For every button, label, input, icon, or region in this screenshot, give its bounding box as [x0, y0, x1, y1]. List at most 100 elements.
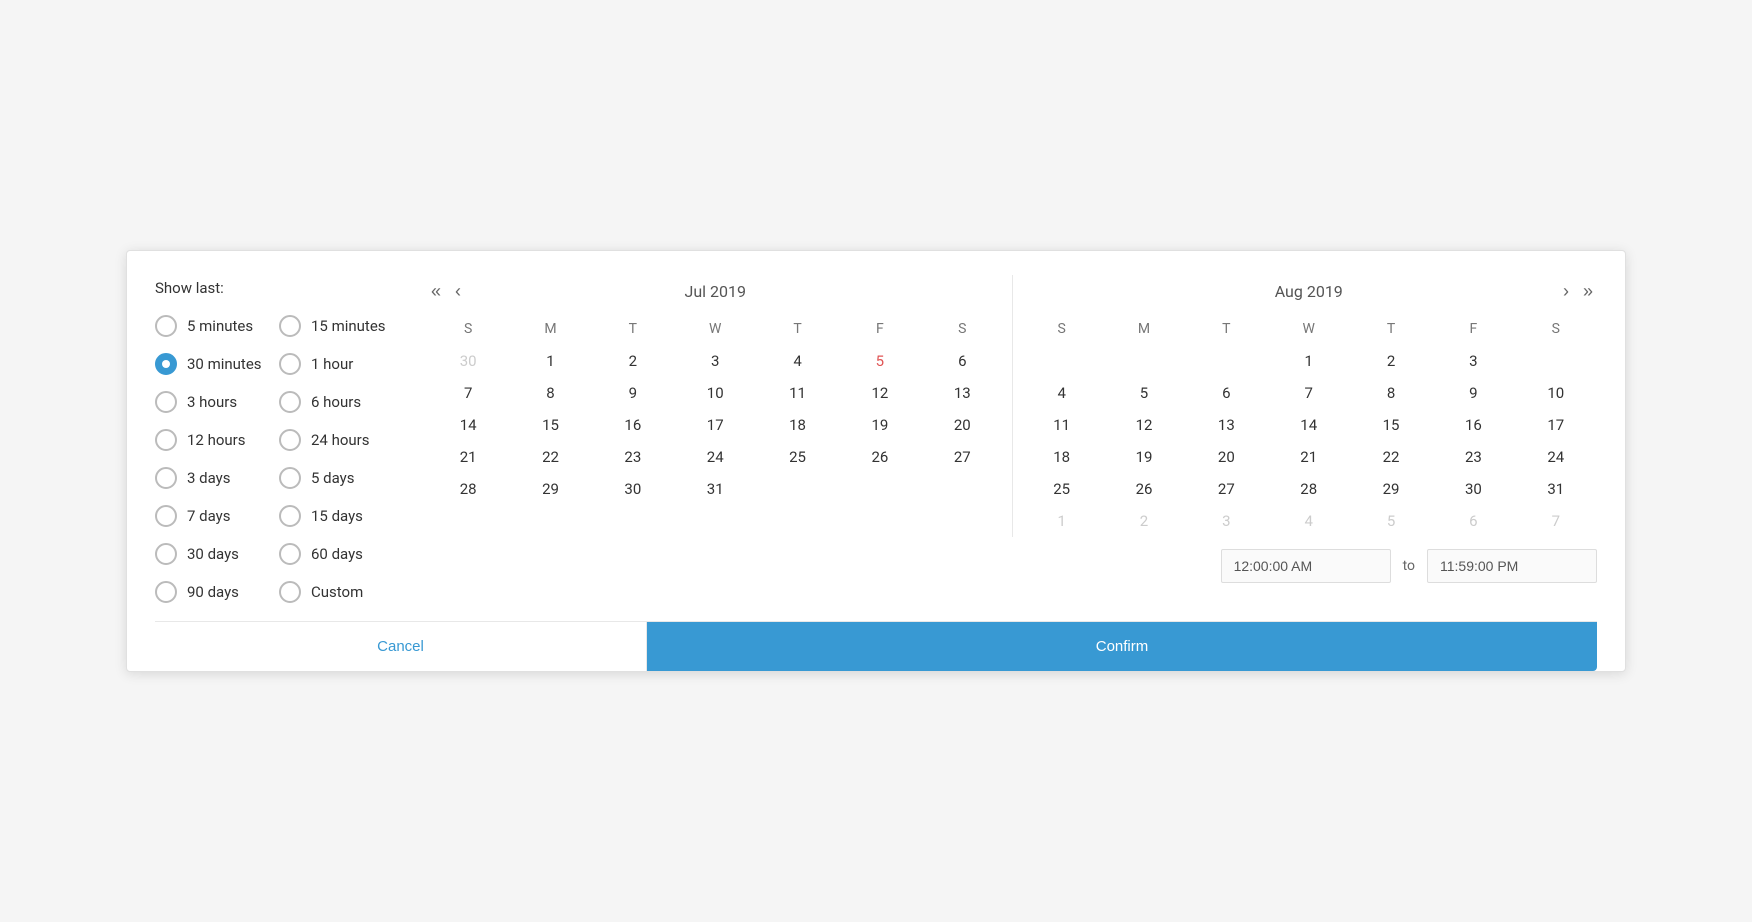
radio-item-r30m[interactable]: 30 minutes	[155, 353, 271, 375]
calendar-day[interactable]: 14	[1268, 409, 1350, 441]
calendar-day[interactable]: 4	[756, 345, 838, 377]
calendar-day[interactable]: 22	[1350, 441, 1432, 473]
calendar-day[interactable]: 28	[427, 473, 509, 505]
calendar-day[interactable]: 3	[674, 345, 756, 377]
radio-item-r5d[interactable]: 5 days	[279, 467, 395, 489]
radio-item-r1h[interactable]: 1 hour	[279, 353, 395, 375]
confirm-button[interactable]: Confirm	[647, 622, 1597, 671]
radio-label-r12h: 12 hours	[187, 431, 246, 449]
calendar-day[interactable]: 13	[1185, 409, 1267, 441]
radio-label-r1h: 1 hour	[311, 355, 353, 373]
radio-item-r30d[interactable]: 30 days	[155, 543, 271, 565]
radio-label-r5d: 5 days	[311, 469, 355, 487]
time-to-input[interactable]	[1427, 549, 1597, 583]
calendar-day[interactable]: 24	[1515, 441, 1597, 473]
calendar-day[interactable]: 3	[1432, 345, 1514, 377]
radio-circle-r3h	[155, 391, 177, 413]
calendar-day[interactable]: 22	[509, 441, 591, 473]
calendar-day[interactable]: 21	[427, 441, 509, 473]
calendar-day[interactable]: 5	[839, 345, 921, 377]
calendar-day[interactable]: 27	[1185, 473, 1267, 505]
calendar-day[interactable]: 27	[921, 441, 1003, 473]
calendar-day[interactable]: 7	[1268, 377, 1350, 409]
radio-label-r3h: 3 hours	[187, 393, 237, 411]
calendar-day[interactable]: 20	[921, 409, 1003, 441]
radio-circle-r7d	[155, 505, 177, 527]
calendar-day[interactable]: 29	[509, 473, 591, 505]
show-last-label: Show last:	[155, 279, 395, 297]
calendar-day[interactable]: 11	[1021, 409, 1103, 441]
calendar-day[interactable]: 15	[1350, 409, 1432, 441]
next-year-btn[interactable]: »	[1579, 282, 1597, 300]
calendar-day[interactable]: 25	[1021, 473, 1103, 505]
weekday-header: T	[1350, 317, 1432, 345]
radio-item-r90d[interactable]: 90 days	[155, 581, 271, 603]
calendar-day[interactable]: 24	[674, 441, 756, 473]
calendar-day[interactable]: 10	[1515, 377, 1597, 409]
prev-year-btn[interactable]: «	[427, 282, 445, 300]
calendar-day[interactable]: 30	[1432, 473, 1514, 505]
calendar-day[interactable]: 4	[1021, 377, 1103, 409]
calendar-day[interactable]: 31	[1515, 473, 1597, 505]
calendar-day[interactable]: 29	[1350, 473, 1432, 505]
next-month-btn[interactable]: ›	[1559, 282, 1573, 300]
radio-item-rcu[interactable]: Custom	[279, 581, 395, 603]
radio-item-r60d[interactable]: 60 days	[279, 543, 395, 565]
calendar-day[interactable]: 17	[674, 409, 756, 441]
calendar-day[interactable]: 16	[592, 409, 674, 441]
calendar-day[interactable]: 7	[427, 377, 509, 409]
prev-month-btn[interactable]: ‹	[451, 282, 465, 300]
calendar-day	[1185, 345, 1267, 377]
calendar-day[interactable]: 12	[1103, 409, 1185, 441]
calendar-day[interactable]: 9	[592, 377, 674, 409]
calendar-day: 2	[1103, 505, 1185, 537]
calendar-day[interactable]: 23	[1432, 441, 1514, 473]
radio-item-r3h[interactable]: 3 hours	[155, 391, 271, 413]
calendar-day[interactable]: 26	[839, 441, 921, 473]
calendar-day[interactable]: 18	[756, 409, 838, 441]
calendar-day[interactable]: 23	[592, 441, 674, 473]
calendar-day[interactable]: 25	[756, 441, 838, 473]
radio-item-r24h[interactable]: 24 hours	[279, 429, 395, 451]
calendar-day[interactable]: 8	[1350, 377, 1432, 409]
calendar-day[interactable]: 2	[1350, 345, 1432, 377]
radio-item-r15d[interactable]: 15 days	[279, 505, 395, 527]
calendar-day: 7	[1515, 505, 1597, 537]
calendar-day[interactable]: 20	[1185, 441, 1267, 473]
calendar-day[interactable]: 31	[674, 473, 756, 505]
radio-item-r3d[interactable]: 3 days	[155, 467, 271, 489]
calendar-day[interactable]: 18	[1021, 441, 1103, 473]
time-from-input[interactable]	[1221, 549, 1391, 583]
calendar-day[interactable]: 1	[1268, 345, 1350, 377]
calendar-day[interactable]: 8	[509, 377, 591, 409]
radio-item-r15m[interactable]: 15 minutes	[279, 315, 395, 337]
calendar-day[interactable]: 5	[1103, 377, 1185, 409]
calendar-day[interactable]: 2	[592, 345, 674, 377]
calendar-day[interactable]: 14	[427, 409, 509, 441]
calendar-day[interactable]: 19	[1103, 441, 1185, 473]
calendar-day[interactable]: 6	[1185, 377, 1267, 409]
radio-item-r12h[interactable]: 12 hours	[155, 429, 271, 451]
radio-item-r6h[interactable]: 6 hours	[279, 391, 395, 413]
radio-options-grid: 5 minutes 15 minutes 30 minutes 1 hour 3 hou…	[155, 315, 395, 603]
calendar-day[interactable]: 26	[1103, 473, 1185, 505]
calendar-day[interactable]: 28	[1268, 473, 1350, 505]
calendar-day[interactable]: 1	[509, 345, 591, 377]
calendar-day[interactable]: 19	[839, 409, 921, 441]
cancel-button[interactable]: Cancel	[155, 622, 647, 671]
calendar-day[interactable]: 9	[1432, 377, 1514, 409]
calendar-day[interactable]: 13	[921, 377, 1003, 409]
calendar-day[interactable]: 15	[509, 409, 591, 441]
radio-item-r7d[interactable]: 7 days	[155, 505, 271, 527]
calendar-day[interactable]: 12	[839, 377, 921, 409]
calendar-day[interactable]: 16	[1432, 409, 1514, 441]
radio-item-r5m[interactable]: 5 minutes	[155, 315, 271, 337]
calendar-day[interactable]: 6	[921, 345, 1003, 377]
calendar-day[interactable]: 21	[1268, 441, 1350, 473]
radio-circle-r60d	[279, 543, 301, 565]
calendar-day[interactable]: 17	[1515, 409, 1597, 441]
calendar-day[interactable]: 11	[756, 377, 838, 409]
calendar-day[interactable]: 30	[592, 473, 674, 505]
time-row: to	[427, 549, 1597, 583]
calendar-day[interactable]: 10	[674, 377, 756, 409]
